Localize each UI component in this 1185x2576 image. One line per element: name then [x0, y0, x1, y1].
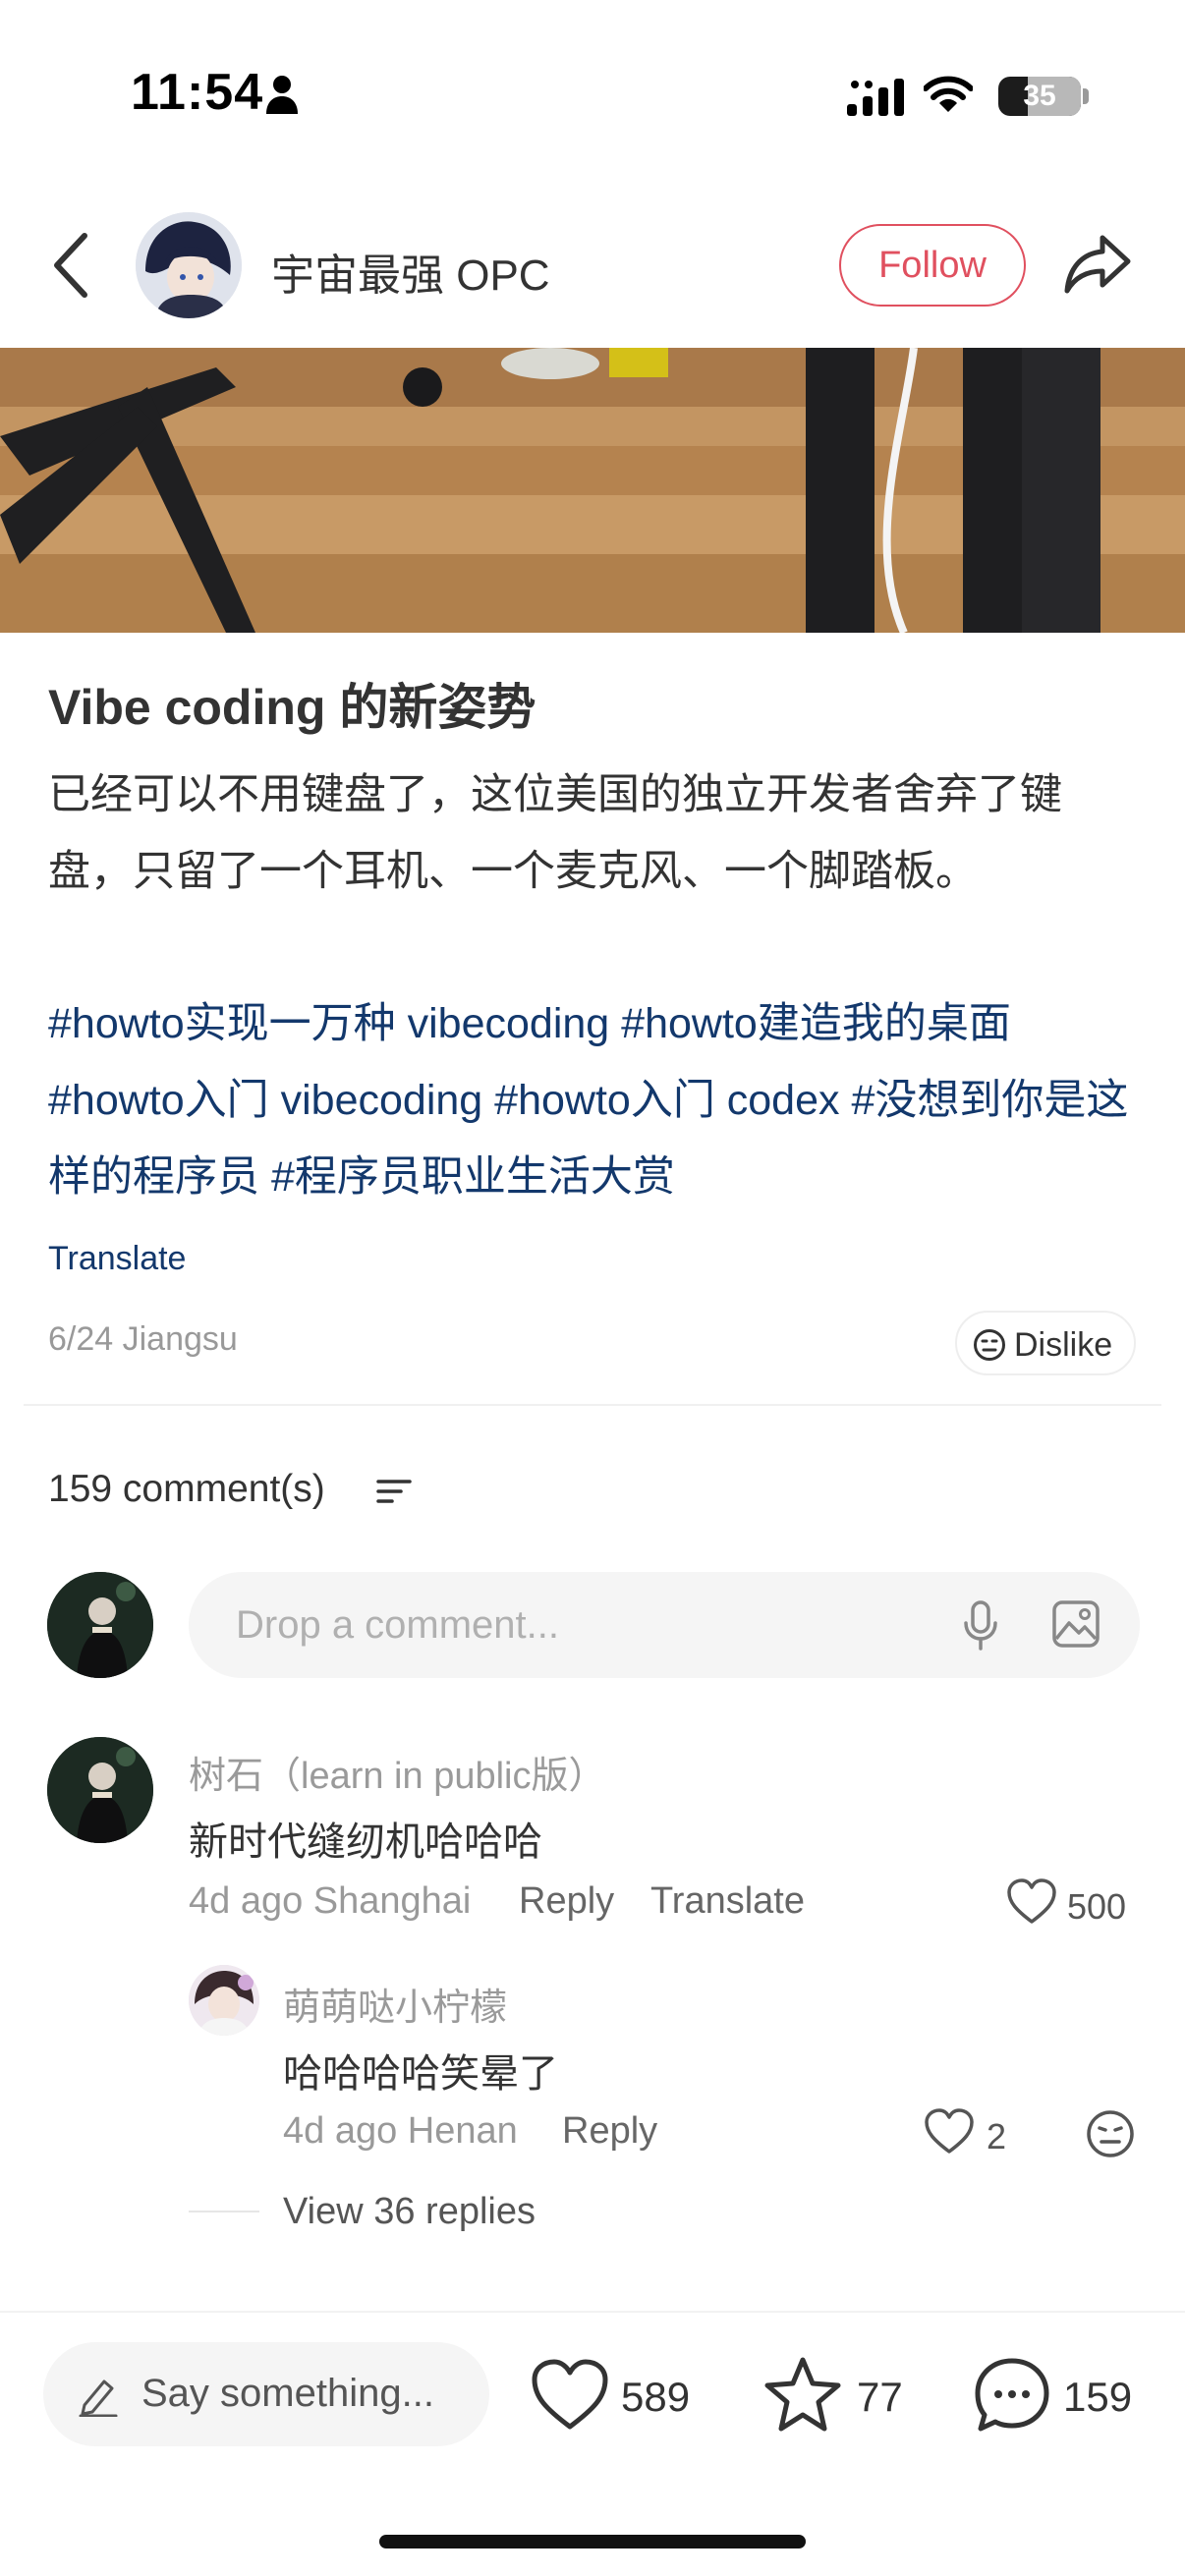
person-icon — [266, 76, 298, 114]
hashtag-link[interactable]: #howto建造我的桌面 — [621, 1000, 1011, 1047]
reply-time-location: 4d ago Henan — [283, 2110, 518, 2152]
reply-button[interactable]: Reply — [562, 2110, 657, 2153]
comment-username[interactable]: 树石（learn in public版） — [189, 1745, 605, 1799]
author-name[interactable]: 宇宙最强 OPC — [271, 240, 550, 303]
reply-button[interactable]: Reply — [519, 1880, 614, 1923]
battery-icon: 35 — [998, 77, 1081, 116]
status-bar: 11:54 35 — [0, 0, 1185, 196]
say-something-placeholder: Say something... — [141, 2372, 434, 2415]
wifi-icon — [924, 76, 973, 112]
dislike-button[interactable]: Dislike — [955, 1311, 1136, 1375]
heart-icon — [532, 2359, 608, 2430]
comment-like-count: 500 — [1067, 1886, 1127, 1927]
say-something-input[interactable]: Say something... — [43, 2342, 489, 2446]
status-time: 11:54 — [131, 64, 264, 121]
collect-count: 77 — [857, 2374, 903, 2420]
author-avatar[interactable] — [136, 212, 242, 318]
meh-face-icon[interactable] — [1085, 2108, 1136, 2159]
pencil-icon — [79, 2380, 118, 2417]
image-upload-icon[interactable] — [1051, 1599, 1100, 1649]
commenter-avatar[interactable] — [47, 1737, 153, 1843]
bottom-bar-divider — [0, 2311, 1185, 2313]
comment-time-location: 4d ago Shanghai — [189, 1880, 472, 1922]
section-divider — [24, 1404, 1161, 1406]
hashtag-link[interactable]: #howto入门 vibecoding — [48, 1077, 482, 1124]
meh-face-icon — [974, 1329, 1005, 1361]
anime-avatar-image — [136, 212, 242, 318]
post-tags: #howto实现一万种 vibecoding #howto建造我的桌面 #how… — [48, 985, 1149, 1215]
signal-icon — [847, 79, 904, 116]
reply-like-count: 2 — [987, 2116, 1007, 2156]
commenter-avatar-image — [47, 1737, 153, 1843]
microphone-icon[interactable] — [961, 1599, 1000, 1652]
hashtag-link[interactable]: #howto入门 codex — [494, 1077, 839, 1124]
dislike-label: Dislike — [1014, 1326, 1113, 1364]
my-avatar[interactable] — [47, 1572, 153, 1678]
sort-filter-icon[interactable] — [375, 1474, 413, 1509]
share-icon[interactable] — [1063, 232, 1134, 295]
translate-comment-button[interactable]: Translate — [650, 1880, 805, 1923]
floor-desk-photo — [0, 348, 1185, 633]
view-replies-button[interactable]: View 36 replies — [283, 2191, 536, 2233]
comment-bubble-icon — [975, 2358, 1049, 2432]
like-count: 589 — [621, 2374, 691, 2420]
replies-connector-line — [189, 2211, 259, 2212]
heart-icon[interactable] — [924, 2108, 975, 2156]
battery-level: 35 — [1023, 80, 1056, 112]
reply-avatar[interactable] — [189, 1965, 259, 2036]
hashtag-link[interactable]: #程序员职业生活大赏 — [271, 1153, 675, 1201]
reply-username[interactable]: 萌萌哒小柠檬 — [283, 1977, 507, 2031]
home-indicator[interactable] — [379, 2535, 806, 2548]
translate-post-link[interactable]: Translate — [48, 1240, 186, 1278]
reply-text: 哈哈哈哈笑晕了 — [283, 2052, 558, 2096]
hashtag-link[interactable]: #howto实现一万种 vibecoding — [48, 1000, 609, 1047]
post-date-location: 6/24 Jiangsu — [48, 1320, 238, 1358]
star-icon — [764, 2357, 841, 2432]
battery-tip — [1083, 88, 1089, 104]
heart-icon[interactable] — [1006, 1878, 1057, 1926]
post-title: Vibe coding 的新姿势 — [48, 680, 536, 735]
post-body: 已经可以不用键盘了，这位美国的独立开发者舍弃了键盘，只留了一个耳机、一个麦克风、… — [48, 771, 1062, 895]
comment-total-count: 159 — [1063, 2374, 1133, 2420]
post-header: 宇宙最强 OPC Follow — [0, 196, 1185, 348]
comment-count: 159 comment(s) — [48, 1468, 325, 1510]
back-icon[interactable] — [49, 230, 92, 301]
reply-avatar-image — [189, 1965, 259, 2036]
my-avatar-image — [47, 1572, 153, 1678]
post-image[interactable] — [0, 348, 1185, 633]
follow-button[interactable]: Follow — [839, 224, 1026, 307]
comment-text: 新时代缝纫机哈哈哈 — [189, 1820, 542, 1864]
